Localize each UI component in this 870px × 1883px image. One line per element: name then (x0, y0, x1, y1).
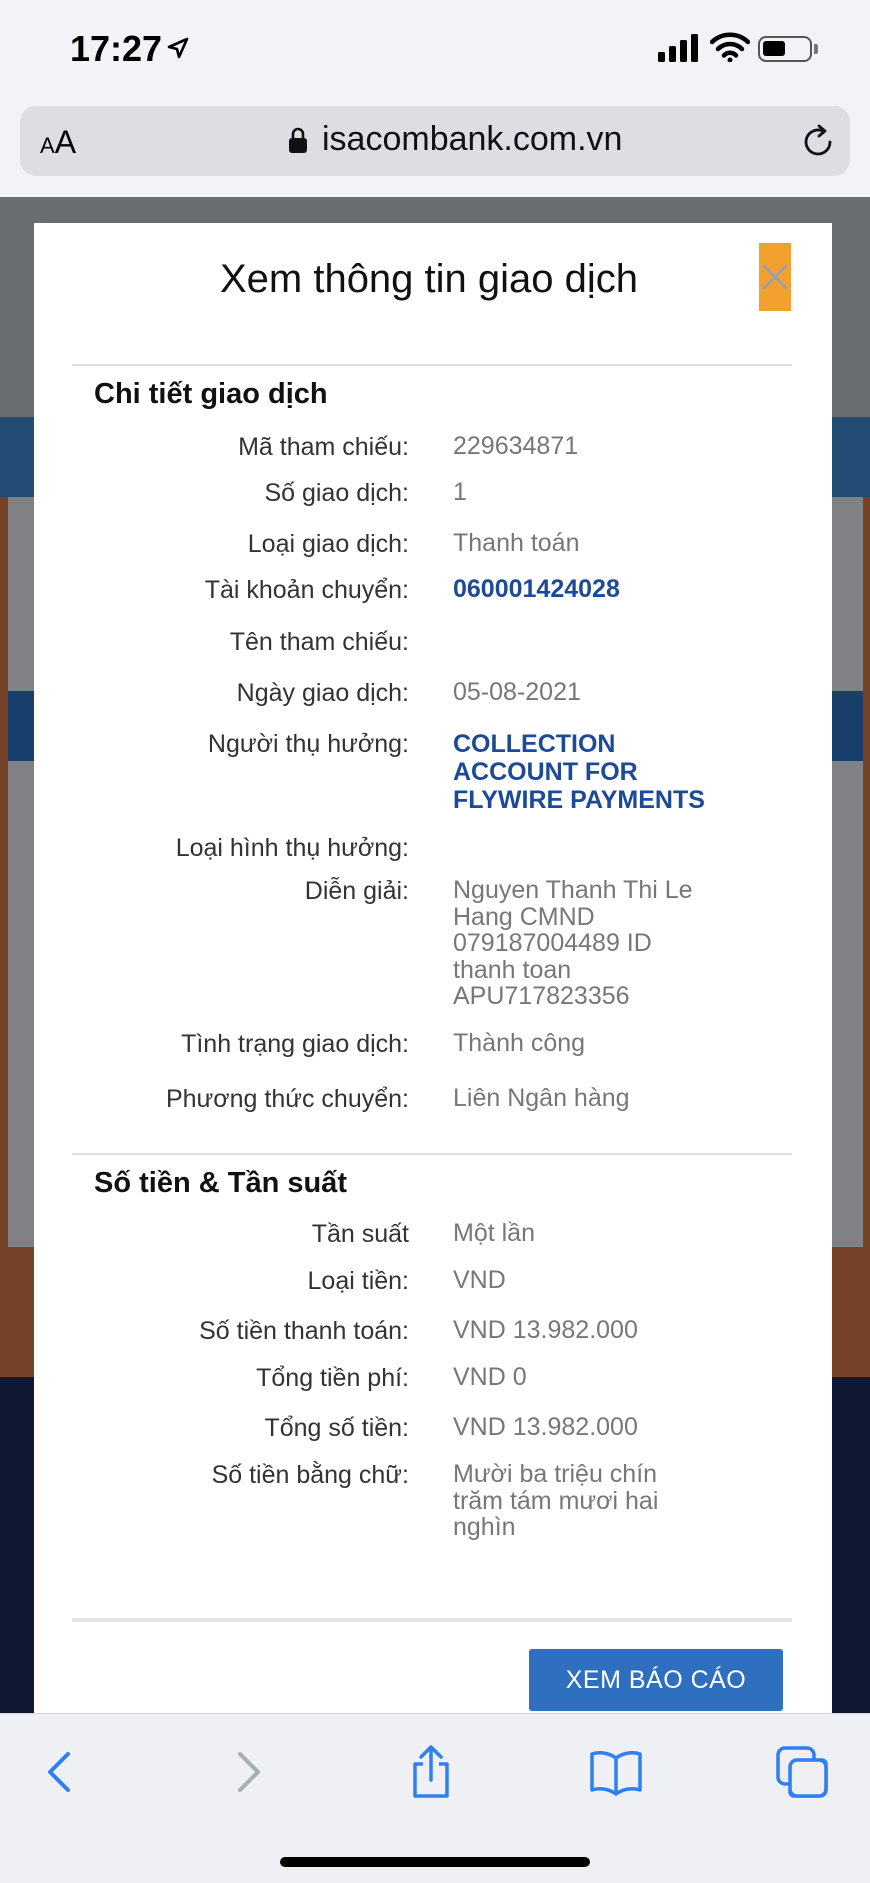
lock-icon (289, 127, 307, 153)
url-text[interactable]: isacombank.com.vn (322, 120, 622, 159)
label-tx-date: Ngày giao dịch: (236, 679, 409, 707)
value-tx-date: 05-08-2021 (453, 678, 581, 706)
label-total-amount: Tổng số tiền: (264, 1414, 409, 1442)
value-frequency: Một lần (453, 1219, 535, 1247)
label-ref-name: Tên tham chiếu: (229, 628, 409, 656)
label-beneficiary-type: Loại hình thụ hưởng: (175, 834, 409, 862)
section-title-details: Chi tiết giao dịch (94, 378, 328, 410)
value-transfer-method: Liên Ngân hàng (453, 1084, 630, 1112)
value-description: Nguyen Thanh Thi Le Hang CMND 0791870044… (453, 876, 693, 1010)
transaction-detail-modal: Xem thông tin giao dịch Chi tiết giao dị… (34, 223, 832, 1713)
label-total-fee: Tổng tiền phí: (256, 1364, 409, 1392)
label-from-account: Tài khoản chuyển: (204, 576, 409, 604)
value-total-amount: VND 13.982.000 (453, 1413, 638, 1441)
value-payment-amount: VND 13.982.000 (453, 1316, 638, 1344)
value-tx-status: Thành công (453, 1029, 586, 1057)
modal-title: Xem thông tin giao dịch (219, 257, 639, 301)
close-icon (762, 264, 788, 290)
forward-arrow-icon[interactable] (220, 1744, 276, 1800)
reader-text-size-button[interactable]: AA (40, 124, 76, 161)
bookmarks-icon[interactable] (588, 1744, 644, 1800)
status-bar: 17:27 (0, 0, 870, 100)
back-arrow-icon[interactable] (32, 1744, 88, 1800)
browser-address-area: AA isacombank.com.vn (0, 100, 870, 197)
value-beneficiary[interactable]: COLLECTION ACCOUNT FOR FLYWIRE PAYMENTS (453, 730, 723, 814)
value-total-fee: VND 0 (453, 1363, 527, 1391)
label-payment-amount: Số tiền thanh toán: (199, 1317, 409, 1345)
section-title-amount: Số tiền & Tần suất (94, 1167, 347, 1199)
value-tx-number: 1 (453, 478, 467, 506)
location-arrow-icon (167, 37, 189, 59)
label-ref-code: Mã tham chiếu: (238, 433, 409, 461)
label-amount-in-words: Số tiền bằng chữ: (211, 1461, 409, 1489)
close-button[interactable] (759, 243, 791, 311)
battery-icon (758, 36, 812, 62)
status-time: 17:27 (70, 28, 163, 69)
tabs-icon[interactable] (774, 1744, 830, 1800)
value-ref-code: 229634871 (453, 432, 579, 460)
address-bar[interactable]: AA isacombank.com.vn (20, 106, 850, 176)
divider (72, 1618, 792, 1622)
label-frequency: Tần suất (311, 1220, 409, 1248)
label-tx-type: Loại giao dịch: (247, 530, 409, 558)
divider (72, 1153, 792, 1155)
home-indicator[interactable] (280, 1857, 590, 1867)
wifi-icon (710, 32, 750, 62)
label-description: Diễn giải: (304, 877, 409, 905)
value-amount-in-words: Mười ba triệu chín trăm tám mươi hai ngh… (453, 1460, 659, 1541)
label-tx-status: Tình trạng giao dịch: (181, 1030, 409, 1058)
label-currency: Loại tiền: (307, 1267, 409, 1295)
label-transfer-method: Phương thức chuyển: (165, 1085, 409, 1113)
divider (72, 364, 792, 366)
battery-nub (814, 44, 818, 54)
cellular-signal-icon (658, 34, 698, 62)
label-beneficiary: Người thụ hưởng: (207, 730, 409, 758)
reload-icon[interactable] (800, 124, 836, 160)
value-from-account[interactable]: 060001424028 (453, 576, 753, 603)
label-tx-number: Số giao dịch: (264, 479, 409, 507)
view-report-button[interactable]: XEM BÁO CÁO (529, 1649, 783, 1711)
value-tx-type: Thanh toán (453, 529, 580, 557)
share-icon[interactable] (403, 1744, 459, 1800)
value-currency: VND (453, 1266, 506, 1294)
